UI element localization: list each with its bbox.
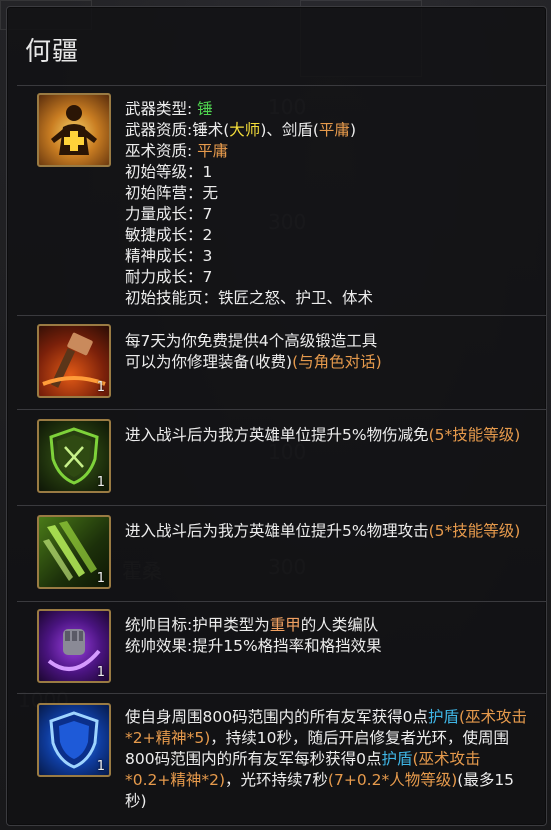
green-slash-icon: 1 — [37, 515, 111, 589]
witch-quality-label: 巫术资质: — [125, 142, 193, 160]
shield-crossed-swords-icon: 1 — [37, 419, 111, 493]
divider — [17, 409, 547, 410]
skill-level: 1 — [96, 665, 105, 680]
strength-growth: 力量成长：7 — [125, 205, 213, 223]
hero-attributes-row: 武器类型: 锤 武器资质:锤术(大师)、剑盾(平庸) 巫术资质: 平庸 初始等级… — [29, 89, 541, 311]
spirit-growth: 精神成长：3 — [125, 247, 213, 265]
skill-description: 统帅目标:护甲类型为重甲的人类编队 统帅效果:提升15%格挡率和格挡效果 — [125, 615, 533, 657]
skill-text-d: 统帅效果:提升15%格挡率和格挡效果 — [125, 637, 382, 655]
divider — [17, 505, 547, 506]
skill-description: 进入战斗后为我方英雄单位提升5%物理攻击(5*技能等级) — [125, 521, 533, 542]
skill-text-a: 统帅目标:护甲类型为 — [125, 616, 270, 634]
skill-text-c: 的人类编队 — [300, 616, 379, 634]
skill-description: 每7天为你免费提供4个高级锻造工具 可以为你修理装备(收费)(与角色对话) — [125, 331, 533, 373]
skill-text-a: 每7天为你免费提供4个高级锻造工具 — [125, 332, 378, 350]
witch-quality-line: 巫术资质: 平庸 — [125, 141, 533, 162]
weapon-type-label: 武器类型: — [125, 100, 193, 118]
skill-level: 1 — [96, 759, 105, 774]
skill-level: 1 — [96, 475, 105, 490]
skill-row-physical-attack: 1 进入战斗后为我方英雄单位提升5%物理攻击(5*技能等级) — [29, 511, 541, 597]
weapon-type-line: 武器类型: 锤 — [125, 99, 533, 120]
weapon-quality-label: 武器资质: — [125, 121, 193, 139]
skill-text-c: (与角色对话) — [292, 353, 382, 371]
weapon-quality-hammer: 锤术( — [192, 121, 230, 139]
skill-row-shield-aura: 1 使自身周围800码范围内的所有友军获得0点护盾(巫术攻击*2+精神*5)，持… — [29, 699, 541, 823]
armor-type: 重甲 — [269, 616, 301, 634]
hero-portrait-icon — [37, 93, 111, 167]
shield-text-3: ，光环持续7秒 — [225, 771, 328, 789]
endurance-growth: 耐力成长：7 — [125, 268, 213, 286]
weapon-quality-sword-shield: )、剑盾( — [260, 121, 319, 139]
shield-keyword: 护盾 — [381, 750, 413, 768]
divider — [17, 85, 547, 86]
blue-shield-icon: 1 — [37, 703, 111, 777]
hero-name: 何疆 — [25, 37, 80, 67]
divider — [17, 601, 547, 602]
witch-quality-value: 平庸 — [197, 142, 229, 160]
skill-text-b: (5*技能等级) — [428, 426, 521, 444]
skill-text-b: 可以为你修理装备(收费) — [125, 353, 293, 371]
skill-text-a: 进入战斗后为我方英雄单位提升5%物伤减免 — [125, 426, 429, 444]
skill-row-command: 1 统帅目标:护甲类型为重甲的人类编队 统帅效果:提升15%格挡率和格挡效果 — [29, 607, 541, 687]
sword-shield-level: 平庸 — [318, 121, 350, 139]
weapon-quality-line: 武器资质:锤术(大师)、剑盾(平庸) — [125, 120, 533, 141]
duration-formula: (7+0.2*人物等级) — [327, 771, 458, 789]
divider — [17, 315, 547, 316]
attribute-list: 武器类型: 锤 武器资质:锤术(大师)、剑盾(平庸) 巫术资质: 平庸 初始等级… — [125, 99, 533, 309]
skill-text-a: 进入战斗后为我方英雄单位提升5%物理攻击 — [125, 522, 429, 540]
hammer-level: 大师 — [229, 121, 261, 139]
weapon-type-value: 锤 — [197, 100, 213, 118]
divider — [17, 693, 547, 694]
armored-fist-icon: 1 — [37, 609, 111, 683]
skill-row-blacksmith: 1 每7天为你免费提供4个高级锻造工具 可以为你修理装备(收费)(与角色对话) — [29, 321, 541, 403]
initial-skills: 初始技能页：铁匠之怒、护卫、体术 — [125, 289, 374, 307]
shield-keyword: 护盾 — [427, 708, 459, 726]
shield-text-1: 使自身周围800码范围内的所有友军获得0点 — [125, 708, 428, 726]
agility-growth: 敏捷成长：2 — [125, 226, 213, 244]
skill-description: 进入战斗后为我方英雄单位提升5%物伤减免(5*技能等级) — [125, 425, 533, 446]
hero-tooltip: 何疆 武器类型: 锤 武器资质:锤术(大师)、剑盾(平庸) 巫术资质: 平庸 初… — [6, 6, 547, 826]
initial-level: 初始等级：1 — [125, 163, 213, 181]
weapon-quality-close: ) — [349, 121, 356, 139]
initial-camp: 初始阵营：无 — [125, 184, 219, 202]
skill-row-damage-reduction: 1 进入战斗后为我方英雄单位提升5%物伤减免(5*技能等级) — [29, 415, 541, 501]
skill-level: 1 — [96, 380, 105, 395]
skill-description: 使自身周围800码范围内的所有友军获得0点护盾(巫术攻击*2+精神*5)，持续1… — [125, 707, 533, 812]
skill-level: 1 — [96, 571, 105, 586]
hammer-icon: 1 — [37, 324, 111, 398]
skill-text-b: (5*技能等级) — [428, 522, 521, 540]
